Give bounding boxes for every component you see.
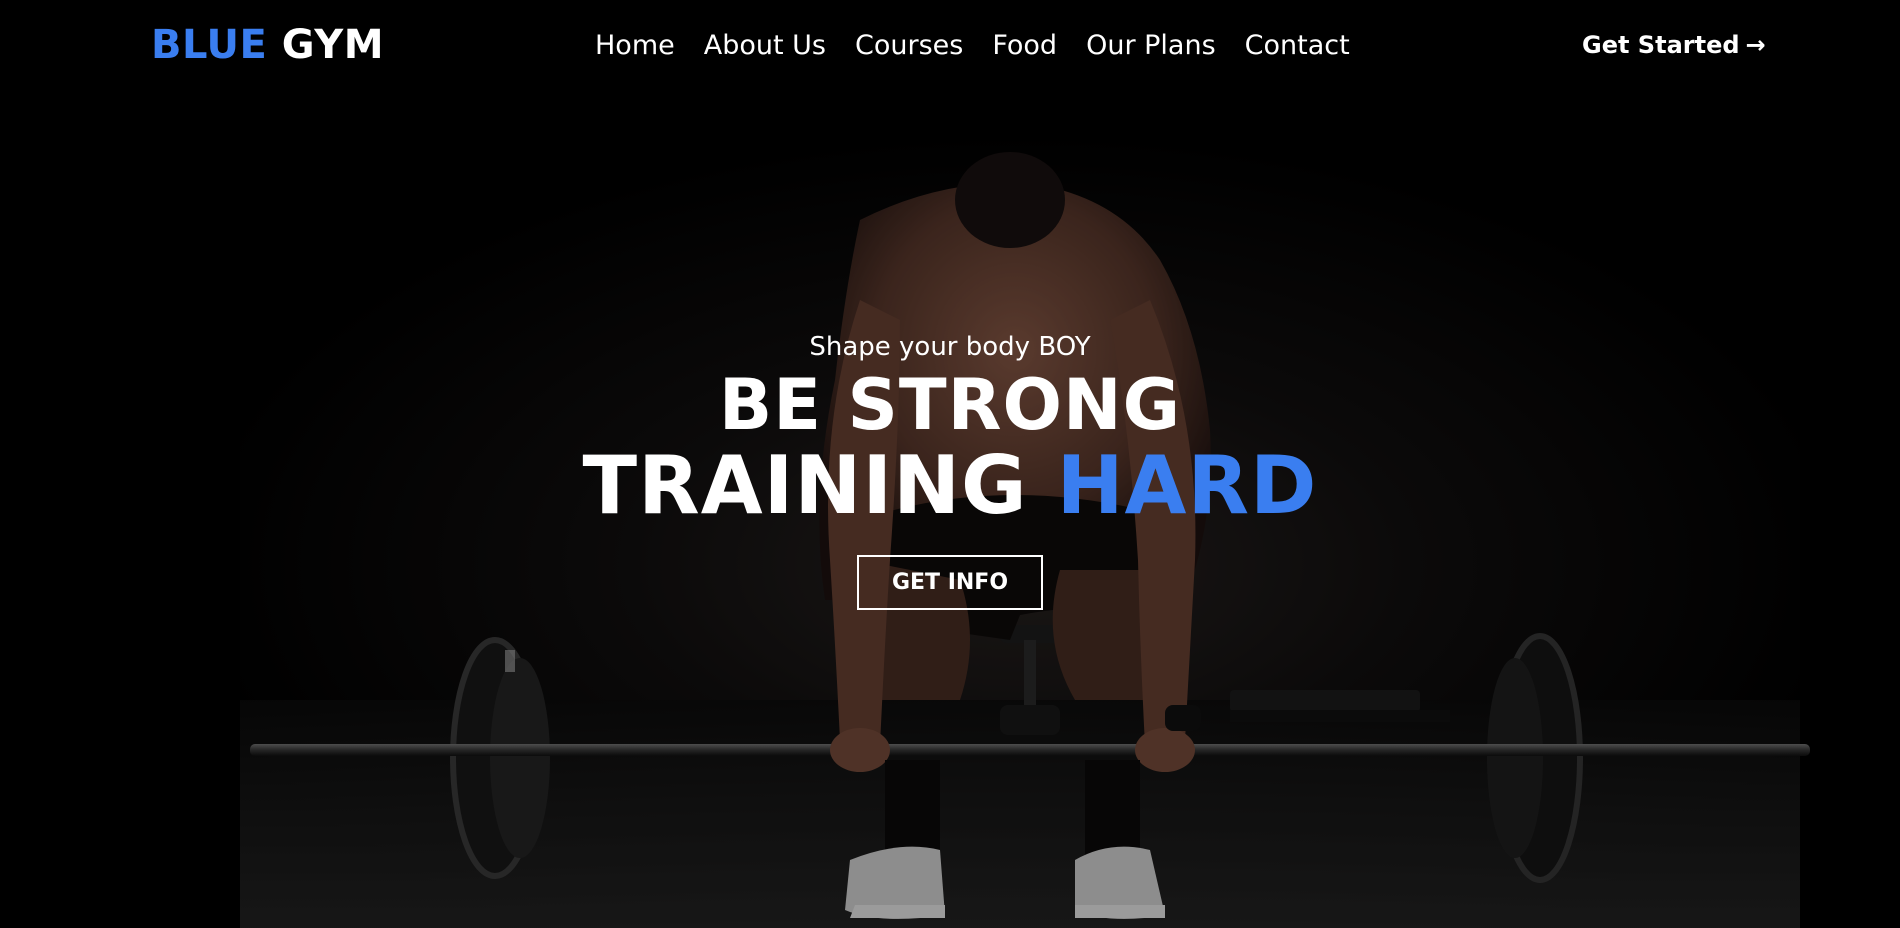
nav-item-home[interactable]: Home (595, 30, 675, 61)
brand-logo[interactable]: BLUE GYM (151, 22, 384, 68)
hero-title-line1: BE STRONG (718, 364, 1182, 446)
site-header: BLUE GYM Home About Us Courses Food Our … (0, 0, 1900, 94)
brand-logo-blue: BLUE (151, 22, 268, 68)
hero-title-training: TRAINING (582, 439, 1028, 532)
hero-content: Shape your body BOY BE STRONG TRAINING H… (0, 327, 1900, 610)
landing-page: BLUE GYM Home About Us Courses Food Our … (0, 0, 1900, 928)
hero-title-line2: TRAINING HARD (0, 443, 1900, 529)
nav-item-about-us[interactable]: About Us (704, 30, 826, 61)
main-nav: Home About Us Courses Food Our Plans Con… (595, 30, 1379, 61)
brand-logo-gym: GYM (281, 22, 385, 68)
arrow-right-icon: → (1745, 31, 1766, 59)
hero-title-hard: HARD (1056, 439, 1318, 532)
nav-item-courses[interactable]: Courses (855, 30, 963, 61)
nav-item-food[interactable]: Food (992, 30, 1057, 61)
get-info-button[interactable]: GET INFO (857, 555, 1043, 610)
nav-item-our-plans[interactable]: Our Plans (1086, 30, 1216, 61)
get-started-label: Get Started (1582, 31, 1740, 59)
hero-tagline: Shape your body BOY (809, 332, 1091, 362)
nav-item-contact[interactable]: Contact (1245, 30, 1350, 61)
get-started-button[interactable]: Get Started → (1582, 31, 1766, 59)
